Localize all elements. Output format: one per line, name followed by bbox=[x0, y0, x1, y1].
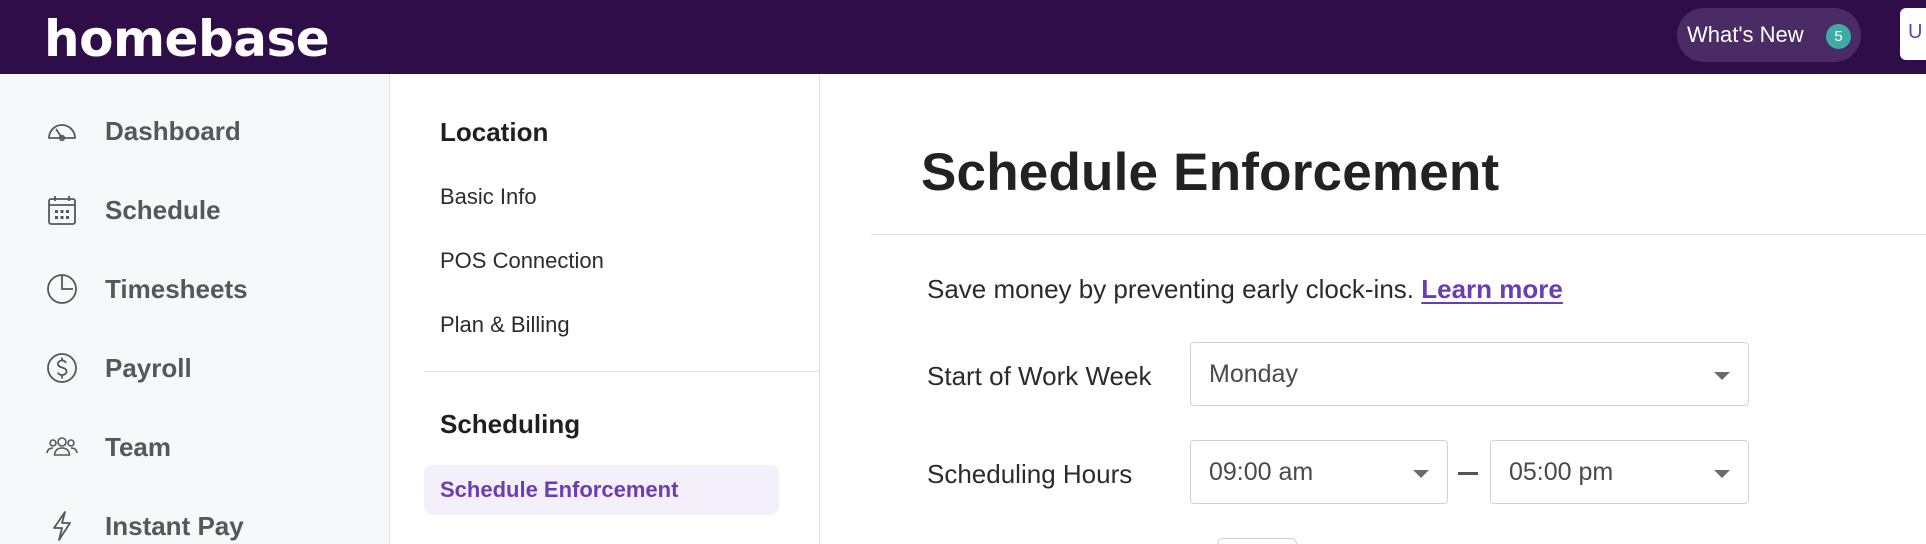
clock-pie-icon bbox=[44, 271, 80, 307]
sidebar-item-label: Schedule bbox=[105, 194, 221, 225]
title-divider bbox=[871, 234, 1926, 235]
start-of-work-week-label: Start of Work Week bbox=[927, 361, 1152, 391]
page-title: Schedule Enforcement bbox=[921, 143, 1500, 202]
sidebar: Dashboard Schedule Timesheets Payroll Te… bbox=[0, 74, 390, 544]
scheduling-hours-start-select[interactable]: 09:00 am bbox=[1190, 440, 1448, 504]
calendar-icon bbox=[44, 192, 80, 228]
top-right-button[interactable]: U bbox=[1900, 8, 1926, 60]
sidebar-item-label: Timesheets bbox=[105, 273, 248, 304]
scheduling-hours-label: Scheduling Hours bbox=[927, 459, 1133, 489]
select-value: 09:00 am bbox=[1209, 457, 1314, 486]
sidebar-item-label: Dashboard bbox=[105, 115, 241, 146]
intro-text: Save money by preventing early clock-ins… bbox=[927, 274, 1563, 305]
whats-new-button[interactable]: What's New 5 bbox=[1677, 8, 1861, 62]
chevron-down-icon bbox=[1714, 372, 1730, 380]
sidebar-item-schedule[interactable]: Schedule bbox=[0, 180, 390, 240]
subnav-divider bbox=[424, 371, 820, 372]
sidebar-item-instant-pay[interactable]: Instant Pay bbox=[0, 496, 390, 544]
sidebar-item-timesheets[interactable]: Timesheets bbox=[0, 259, 390, 319]
scheduling-hours-end-select[interactable]: 05:00 pm bbox=[1490, 440, 1749, 504]
chevron-down-icon bbox=[1413, 470, 1429, 478]
lightning-icon bbox=[44, 508, 80, 544]
subnav-item-label: Schedule Enforcement bbox=[440, 477, 679, 502]
dollar-circle-icon bbox=[44, 350, 80, 386]
sidebar-item-team[interactable]: Team bbox=[0, 417, 390, 477]
dashboard-gauge-icon bbox=[44, 113, 80, 149]
whats-new-label: What's New bbox=[1687, 22, 1804, 47]
homebase-logo[interactable]: homebase bbox=[44, 10, 330, 68]
sidebar-item-dashboard[interactable]: Dashboard bbox=[0, 101, 390, 161]
subnav-item-pos-connection[interactable]: POS Connection bbox=[440, 248, 604, 274]
whats-new-count-badge: 5 bbox=[1826, 24, 1851, 49]
settings-subnav: Location Basic Info POS Connection Plan … bbox=[390, 74, 820, 544]
top-bar: homebase What's New 5 U bbox=[0, 0, 1926, 74]
subnav-item-basic-info[interactable]: Basic Info bbox=[440, 184, 537, 210]
team-people-icon bbox=[44, 429, 80, 465]
sidebar-item-label: Team bbox=[105, 431, 171, 462]
subnav-heading-location: Location bbox=[440, 117, 549, 147]
partially-visible-field[interactable] bbox=[1217, 538, 1297, 544]
subnav-item-schedule-enforcement[interactable]: Schedule Enforcement bbox=[424, 465, 779, 515]
subnav-heading-scheduling: Scheduling bbox=[440, 409, 581, 439]
sidebar-item-payroll[interactable]: Payroll bbox=[0, 338, 390, 398]
time-range-separator bbox=[1458, 472, 1478, 475]
start-of-work-week-select[interactable]: Monday bbox=[1190, 342, 1749, 406]
subnav-item-plan-billing[interactable]: Plan & Billing bbox=[440, 312, 570, 338]
intro-description: Save money by preventing early clock-ins… bbox=[927, 274, 1415, 304]
sidebar-item-label: Instant Pay bbox=[105, 510, 244, 541]
select-value: Monday bbox=[1209, 359, 1298, 388]
learn-more-link[interactable]: Learn more bbox=[1421, 274, 1563, 304]
sidebar-item-label: Payroll bbox=[105, 352, 192, 383]
main-content: Schedule Enforcement Save money by preve… bbox=[821, 74, 1926, 544]
select-value: 05:00 pm bbox=[1509, 457, 1614, 486]
chevron-down-icon bbox=[1714, 470, 1730, 478]
